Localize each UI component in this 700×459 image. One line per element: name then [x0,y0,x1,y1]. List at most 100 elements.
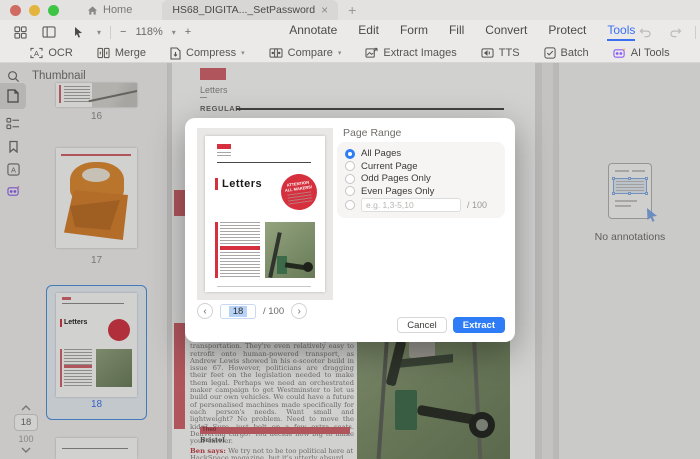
page-preview: Letters ATTENTION ALL MAKERS! [205,136,325,292]
option-current-page[interactable]: Current Page [345,161,497,172]
page-range-options: All Pages Current Page Odd Pages Only Ev… [337,142,505,218]
compress-caret-icon: ▾ [241,49,245,57]
radio-odd-pages[interactable] [345,174,355,184]
close-window-button[interactable] [10,5,21,16]
redo-icon[interactable] [665,23,685,41]
close-tab-icon[interactable]: × [321,3,328,17]
undo-icon[interactable] [635,23,655,41]
preview-photo [265,222,315,278]
new-tab-button[interactable]: + [348,2,356,18]
compress-icon [170,47,181,60]
option-current-page-label: Current Page [361,161,418,172]
page-range-label: Page Range [343,127,401,139]
tool-ocr-label: OCR [48,47,72,59]
option-even-pages[interactable]: Even Pages Only [345,186,497,197]
zoom-out-button[interactable]: − [120,26,126,38]
batch-icon [544,47,556,59]
tool-compress[interactable]: Compress ▾ [170,47,245,60]
zoom-in-button[interactable]: + [185,26,191,38]
preview-footer-rule [217,286,311,287]
preview-attention-badge: ATTENTION ALL MAKERS! [279,172,320,213]
radio-custom-range[interactable] [345,200,355,210]
extract-button[interactable]: Extract [453,317,505,333]
sidebar-toggle-icon[interactable] [39,23,59,41]
tool-ai-tools-label: AI Tools [631,47,670,59]
merge-icon [97,47,110,59]
menu-tools[interactable]: Tools [607,23,635,41]
page-grid-icon[interactable] [10,23,30,41]
preview-page-input[interactable]: 18 [220,304,256,319]
home-tab-label: Home [103,4,132,16]
tool-compare[interactable]: Compare ▾ [269,47,342,59]
window-controls [10,5,59,16]
option-odd-pages[interactable]: Odd Pages Only [345,173,497,184]
tool-compare-label: Compare [288,47,333,59]
preview-section-rule [217,162,311,163]
app-window: Home HS68_DIGITA..._SetPassword × + ▾ − … [0,0,700,459]
preview-prev-button[interactable]: ‹ [197,303,213,319]
tab-document[interactable]: HS68_DIGITA..._SetPassword × [162,0,338,20]
ocr-icon: A [30,47,43,59]
divider [695,26,696,39]
option-odd-pages-label: Odd Pages Only [361,173,431,184]
ai-tools-icon [613,47,626,59]
option-all-pages-label: All Pages [361,148,401,159]
page-preview-container: Letters ATTENTION ALL MAKERS! [197,128,333,300]
tool-tts-label: TTS [499,47,520,59]
toolbar-right-icons [635,23,700,41]
dialog-actions: Cancel Extract [397,317,505,333]
tool-merge[interactable]: Merge [97,47,146,59]
preview-badge-lines [287,191,312,204]
preview-header-lines [217,152,231,158]
preview-letters-title: Letters [215,178,262,190]
radio-even-pages[interactable] [345,186,355,196]
tool-extract-images-label: Extract Images [383,47,456,59]
preview-theo-bar [220,246,260,250]
option-custom-range[interactable]: / 100 [345,198,497,212]
menu-fill[interactable]: Fill [449,23,464,41]
minimize-window-button[interactable] [29,5,40,16]
tool-tts[interactable]: TTS [481,47,520,59]
extract-images-icon [365,47,378,59]
option-all-pages[interactable]: All Pages [345,148,497,159]
cancel-button[interactable]: Cancel [397,317,447,333]
tool-ocr[interactable]: A OCR [30,47,72,59]
menu-convert[interactable]: Convert [485,23,527,41]
preview-next-button[interactable]: › [291,303,307,319]
tool-compress-label: Compress [186,47,236,59]
tool-batch[interactable]: Batch [544,47,589,59]
zoom-level-caret[interactable]: ▾ [172,28,176,37]
custom-range-input[interactable] [361,198,461,212]
option-even-pages-label: Even Pages Only [361,186,434,197]
tool-ai-tools[interactable]: AI Tools [613,47,670,59]
radio-all-pages[interactable] [345,149,355,159]
custom-range-total: / 100 [467,200,487,210]
home-icon [87,5,98,16]
menu-annotate[interactable]: Annotate [289,23,337,41]
preview-pager: ‹ 18 / 100 › [197,302,337,320]
compare-caret-icon: ▾ [338,49,342,57]
tool-extract-images[interactable]: Extract Images [365,47,456,59]
menu-edit[interactable]: Edit [358,23,379,41]
zoom-window-button[interactable] [48,5,59,16]
tts-icon [481,47,494,59]
preview-column-lines [220,222,260,278]
tab-home[interactable]: Home [87,4,132,16]
preview-page-value: 18 [229,306,248,317]
menu-form[interactable]: Form [400,23,428,41]
divider [110,26,111,39]
menu-protect[interactable]: Protect [548,23,586,41]
preview-red-tag [217,144,231,149]
cursor-tool-icon[interactable] [68,23,88,41]
cursor-tool-caret[interactable]: ▾ [97,28,101,37]
titlebar: Home HS68_DIGITA..._SetPassword × + [0,0,700,20]
document-tab-label: HS68_DIGITA..._SetPassword [172,4,315,16]
preview-page-total: / 100 [263,306,284,317]
tool-batch-label: Batch [561,47,589,59]
main-menus: Annotate Edit Form Fill Convert Protect … [289,23,635,41]
radio-current-page[interactable] [345,161,355,171]
compare-icon [269,47,283,59]
zoom-level-value[interactable]: 118% [135,26,162,38]
preview-photo-wheel [303,262,313,272]
view-controls: ▾ − 118% ▾ + [10,23,191,41]
